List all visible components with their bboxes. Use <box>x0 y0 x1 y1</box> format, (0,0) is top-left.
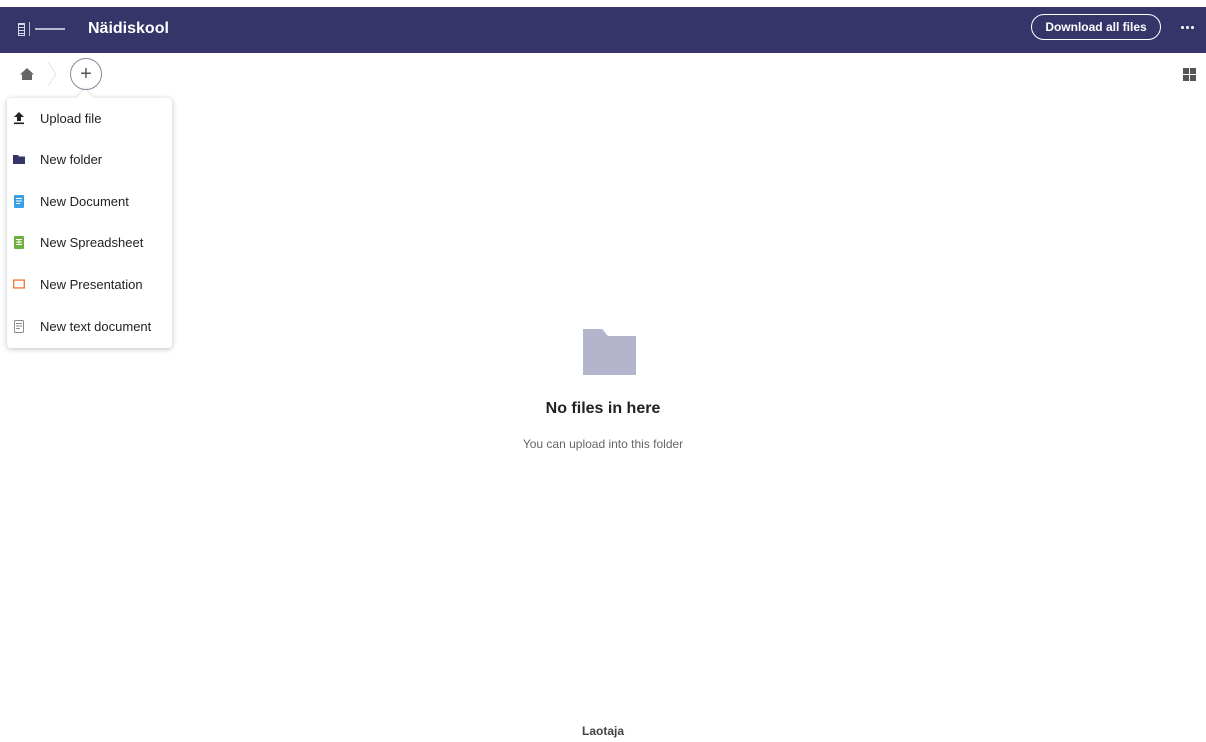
menu-item-new-presentation[interactable]: New Presentation <box>7 264 172 304</box>
menu-item-new-folder[interactable]: New folder <box>7 139 172 179</box>
menu-item-new-document[interactable]: New Document <box>7 181 172 221</box>
logo-wordmark <box>35 28 65 30</box>
new-item-menu: Upload file New folder New Document New … <box>7 98 172 348</box>
folder-icon <box>583 329 636 375</box>
spreadsheet-icon <box>13 235 25 249</box>
menu-item-label: Upload file <box>40 110 102 126</box>
logo-divider <box>29 22 30 36</box>
text-document-icon <box>13 319 25 333</box>
menu-item-label: New Document <box>40 193 129 209</box>
folder-icon <box>13 152 25 166</box>
logo-mark <box>18 22 25 36</box>
site-logo[interactable] <box>18 21 72 37</box>
menu-item-new-text-document[interactable]: New text document <box>7 306 172 346</box>
empty-state-subtitle: You can upload into this folder <box>522 437 684 451</box>
download-all-files-button[interactable]: Download all files <box>1031 14 1161 40</box>
empty-state-title: No files in here <box>545 400 661 417</box>
menu-item-label: New Presentation <box>40 276 143 292</box>
menu-item-label: New folder <box>40 151 103 167</box>
site-title: Näidiskool <box>88 20 169 37</box>
upload-icon <box>13 111 25 125</box>
breadcrumb-separator <box>45 61 59 87</box>
footer-label: Laotaja <box>581 724 624 738</box>
more-horizontal-icon[interactable] <box>1176 17 1198 37</box>
menu-item-label: New text document <box>40 318 152 334</box>
top-header: Näidiskool Download all files <box>0 0 1206 53</box>
home-icon[interactable] <box>18 65 36 83</box>
menu-item-new-spreadsheet[interactable]: New Spreadsheet <box>7 222 172 262</box>
document-icon <box>13 194 25 208</box>
add-new-button[interactable]: + <box>70 58 102 90</box>
menu-item-label: New Spreadsheet <box>40 234 144 250</box>
presentation-icon <box>13 277 25 291</box>
grid-view-icon[interactable] <box>1183 68 1196 81</box>
menu-item-upload-file[interactable]: Upload file <box>7 98 172 138</box>
